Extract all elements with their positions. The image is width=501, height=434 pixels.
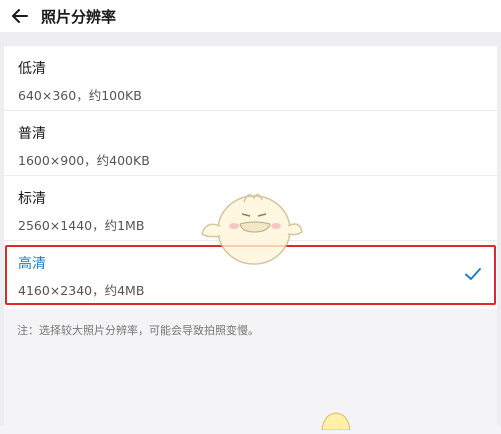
option-desc: 2560×1440，约1MB	[18, 218, 145, 233]
back-arrow-icon[interactable]	[9, 5, 31, 27]
page-title: 照片分辨率	[41, 8, 117, 26]
right-gutter	[497, 46, 501, 426]
mascot-sticker-partial	[318, 410, 354, 431]
note-text: 注：选择较大照片分辨率，可能会导致拍照变慢。	[17, 324, 259, 337]
header-bar: 照片分辨率	[0, 0, 501, 32]
option-name: 普清	[18, 126, 46, 142]
section-gap	[0, 32, 501, 46]
option-desc: 640×360，约100KB	[18, 88, 142, 103]
mascot-sticker	[198, 186, 304, 276]
resolution-option-low[interactable]: 低清 640×360，约100KB	[4, 46, 497, 111]
option-desc: 1600×900，约400KB	[18, 153, 150, 168]
resolution-option-normal[interactable]: 普清 1600×900，约400KB	[4, 111, 497, 176]
option-name: 低清	[18, 61, 46, 77]
option-name: 标清	[18, 191, 46, 207]
